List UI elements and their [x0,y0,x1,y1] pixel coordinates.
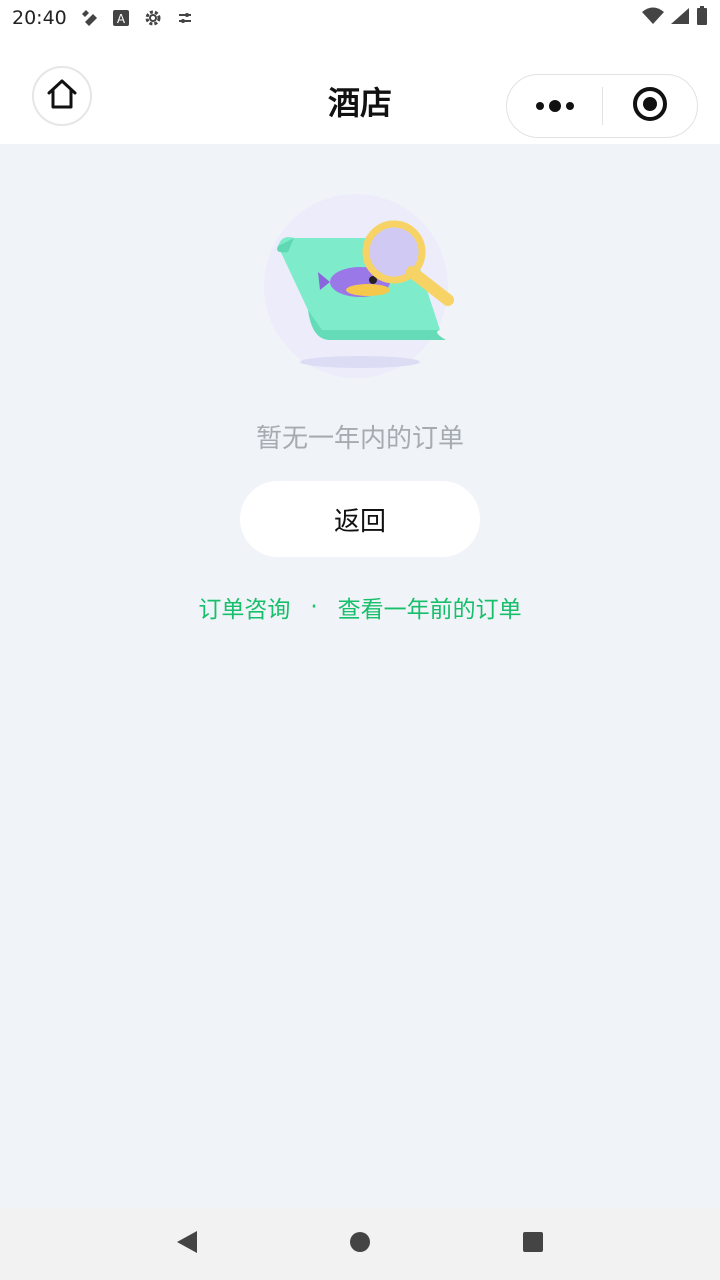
top-nav-bar: 酒店 [0,36,720,144]
svg-text:A: A [117,12,126,26]
recents-square-icon [522,1231,544,1257]
order-inquiry-link[interactable]: 订单咨询 [198,590,290,624]
cell-signal-icon [670,7,690,29]
system-back-button[interactable] [167,1224,207,1264]
back-button[interactable]: 返回 [240,481,480,557]
a-letter-icon: A [111,8,131,28]
wifi-icon [642,7,664,29]
more-dots-icon [535,97,575,116]
back-triangle-icon [175,1229,199,1259]
home-circle-icon [349,1231,371,1257]
target-close-icon [632,86,668,126]
tune-icon [175,8,195,28]
link-separator: · [310,594,318,620]
close-mini-program-button[interactable] [603,74,697,138]
tool-icon [79,8,99,28]
main-content: 暂无一年内的订单 返回 订单咨询 · 查看一年前的订单 [0,144,720,1208]
empty-state-message: 暂无一年内的订单 [255,424,464,454]
settings-gear-icon [143,8,163,28]
system-recents-button[interactable] [513,1224,553,1264]
system-navigation-bar [0,1208,720,1280]
older-orders-link[interactable]: 查看一年前的订单 [338,590,522,624]
help-links: 订单咨询 · 查看一年前的订单 [0,590,720,624]
status-bar: 20:40 A [0,0,720,36]
battery-icon [696,6,708,30]
fish-scroll-magnifier-illustration [260,190,460,390]
system-home-button[interactable] [340,1224,380,1264]
more-menu-button[interactable] [507,74,602,138]
status-time: 20:40 [12,7,67,29]
mini-program-capsule [506,74,698,138]
